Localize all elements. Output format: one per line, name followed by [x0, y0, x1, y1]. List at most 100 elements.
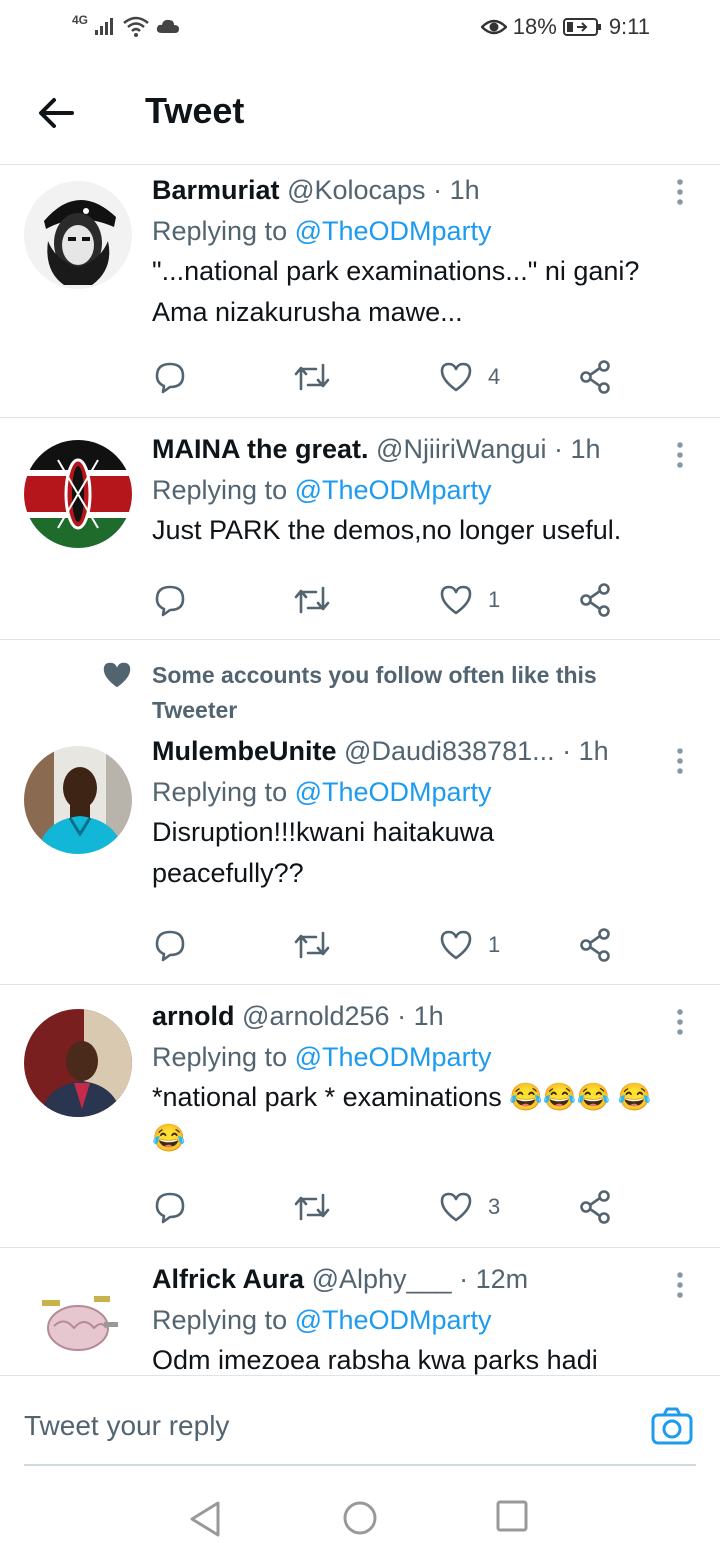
system-nav-bar: [0, 1476, 720, 1560]
like-button[interactable]: 1: [438, 578, 500, 622]
nav-home-icon: [343, 1501, 377, 1535]
camera-icon: [651, 1407, 693, 1445]
like-count: 4: [488, 364, 501, 389]
replying-to-label: Replying to: [152, 475, 288, 505]
nav-back-button[interactable]: [188, 1500, 222, 1543]
timestamp: 12m: [475, 1264, 529, 1294]
avatar[interactable]: [24, 1270, 132, 1375]
tweet-actions: 1: [152, 923, 622, 967]
more-options-button[interactable]: [670, 1270, 690, 1300]
separator-dot: ·: [433, 175, 443, 205]
retweet-button[interactable]: [292, 923, 332, 967]
eye-icon: [480, 19, 507, 35]
camera-button[interactable]: [650, 1406, 694, 1451]
like-icon: [440, 362, 472, 392]
tweet-item[interactable]: Some accounts you follow often like this…: [0, 640, 720, 985]
share-button[interactable]: [578, 578, 612, 622]
timestamp: 1h: [578, 736, 609, 766]
share-button[interactable]: [578, 1185, 612, 1229]
more-options-button[interactable]: [670, 177, 690, 207]
more-icon: [677, 442, 683, 468]
avatar[interactable]: [24, 1009, 132, 1117]
share-button[interactable]: [578, 355, 612, 399]
more-icon: [677, 748, 683, 774]
battery-icon: [562, 18, 601, 36]
social-context-text: Some accounts you follow often like this…: [152, 662, 597, 723]
reply-button[interactable]: [152, 1185, 188, 1229]
tweet-item[interactable]: MAINA the great. @NjiiriWangui · 1h Repl…: [0, 418, 720, 640]
tweet-actions: 1: [152, 578, 622, 622]
share-icon: [580, 1190, 610, 1224]
reply-feed: Barmuriat @Kolocaps · 1h Replying to @Th…: [0, 165, 720, 1375]
heart-filled-icon: [103, 662, 131, 688]
mention-link[interactable]: @TheODMparty: [295, 475, 492, 505]
share-icon: [580, 360, 610, 394]
mention-link[interactable]: @TheODMparty: [295, 1305, 492, 1335]
back-button[interactable]: [30, 86, 84, 140]
more-options-button[interactable]: [670, 1007, 690, 1037]
nav-home-button[interactable]: [342, 1500, 378, 1541]
retweet-button[interactable]: [292, 1185, 332, 1229]
retweet-button[interactable]: [292, 355, 332, 399]
display-name[interactable]: Barmuriat: [152, 175, 280, 205]
nav-recents-button[interactable]: [496, 1500, 528, 1537]
retweet-icon: [294, 586, 330, 614]
user-handle[interactable]: @Kolocaps: [287, 175, 425, 205]
clock: 9:11: [608, 14, 650, 39]
share-icon: [580, 583, 610, 617]
retweet-button[interactable]: [292, 578, 332, 622]
display-name[interactable]: MulembeUnite: [152, 736, 337, 766]
tweet-meta: arnold @arnold256 · 1h: [152, 1001, 690, 1032]
reply-button[interactable]: [152, 923, 188, 967]
reply-icon: [155, 362, 185, 394]
more-icon: [677, 1272, 683, 1298]
tweet-meta: MAINA the great. @NjiiriWangui · 1h: [152, 434, 690, 465]
like-count: 1: [488, 587, 501, 612]
mention-link[interactable]: @TheODMparty: [295, 1042, 492, 1072]
tweet-text: Disruption!!!kwani haitakuwa peacefully?…: [152, 817, 495, 888]
more-options-button[interactable]: [670, 440, 690, 470]
avatar[interactable]: [24, 181, 132, 289]
reply-input[interactable]: Tweet your reply: [24, 1410, 229, 1442]
more-options-button[interactable]: [670, 746, 690, 776]
like-count: 1: [488, 932, 501, 957]
like-icon: [440, 1192, 472, 1222]
display-name[interactable]: Alfrick Aura: [152, 1264, 304, 1294]
user-handle[interactable]: @Daudi838781...: [344, 736, 555, 766]
nav-back-icon: [190, 1501, 220, 1537]
like-button[interactable]: 1: [438, 923, 500, 967]
like-button[interactable]: 4: [438, 355, 500, 399]
mention-link[interactable]: @TheODMparty: [295, 777, 492, 807]
tweet-item[interactable]: Alfrick Aura @Alphy___ · 12m Replying to…: [0, 1248, 720, 1375]
tweet-item[interactable]: Barmuriat @Kolocaps · 1h Replying to @Th…: [0, 165, 720, 418]
user-handle[interactable]: @arnold256: [242, 1001, 390, 1031]
tweet-content: arnold @arnold256 · 1h Replying to @TheO…: [152, 1001, 690, 1159]
user-handle[interactable]: @NjiiriWangui: [376, 434, 546, 464]
tweet-item[interactable]: arnold @arnold256 · 1h Replying to @TheO…: [0, 985, 720, 1248]
retweet-icon: [294, 931, 330, 959]
separator-dot: ·: [562, 736, 572, 766]
user-handle[interactable]: @Alphy___: [312, 1264, 452, 1294]
reply-button[interactable]: [152, 355, 188, 399]
reply-button[interactable]: [152, 578, 188, 622]
tweet-text: "...national park examinations..." ni ga…: [152, 256, 640, 327]
like-button[interactable]: 3: [438, 1185, 500, 1229]
tweet-content: Alfrick Aura @Alphy___ · 12m Replying to…: [152, 1264, 690, 1375]
reply-icon: [155, 1192, 185, 1224]
replying-to: Replying to @TheODMparty: [152, 1305, 690, 1336]
display-name[interactable]: MAINA the great.: [152, 434, 369, 464]
like-icon: [440, 585, 472, 615]
separator-dot: ·: [553, 434, 563, 464]
retweet-icon: [294, 1193, 330, 1221]
tweet-meta: Alfrick Aura @Alphy___ · 12m: [152, 1264, 690, 1295]
tweet-content: MulembeUnite @Daudi838781... · 1h Replyi…: [152, 736, 690, 894]
avatar[interactable]: [24, 440, 132, 548]
tweet-text: *national park * examinations 😂😂😂 😂😂: [152, 1082, 652, 1153]
share-button[interactable]: [578, 923, 612, 967]
nav-recents-icon: [496, 1500, 528, 1532]
tweet-actions: 4: [152, 355, 622, 399]
replying-to-label: Replying to: [152, 216, 288, 246]
avatar[interactable]: [24, 746, 132, 854]
mention-link[interactable]: @TheODMparty: [295, 216, 492, 246]
display-name[interactable]: arnold: [152, 1001, 235, 1031]
